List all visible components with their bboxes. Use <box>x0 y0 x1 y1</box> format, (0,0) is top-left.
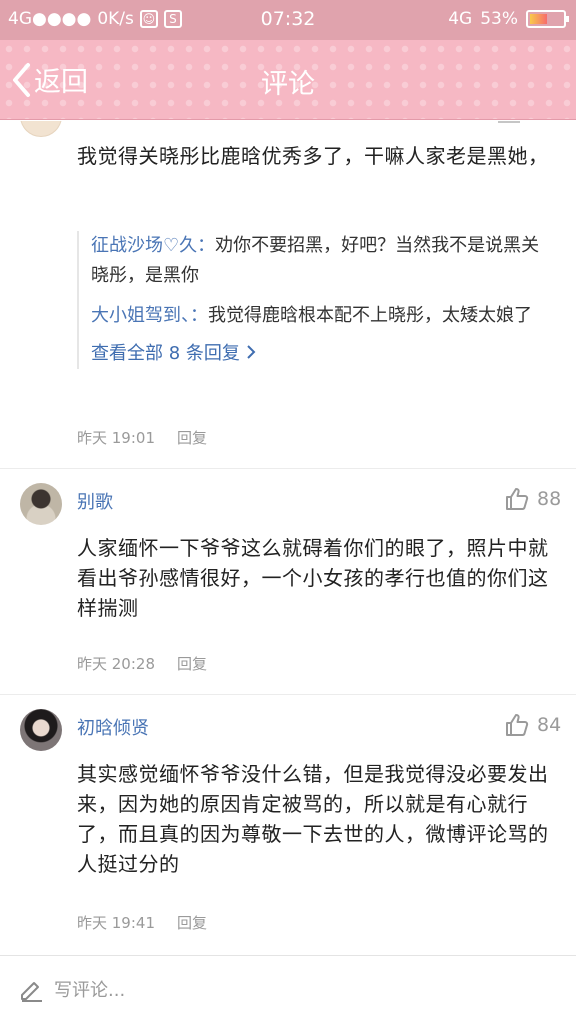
comment-meta: 昨天 20:28 回复 <box>77 653 207 674</box>
status-right: 4G 53% <box>448 9 569 29</box>
comment-text: 人家缅怀一下爷爷这么就碍着你们的眼了，照片中就看出爷孙感情很好，一个小女孩的孝行… <box>77 536 549 620</box>
reply-author[interactable]: 大小姐驾到、： <box>91 305 208 326</box>
battery-percent: 53% <box>480 9 518 29</box>
like-button[interactable]: 84 <box>505 713 561 737</box>
bottom-bar: 写评论... <box>0 955 576 1024</box>
like-count: 88 <box>537 488 562 510</box>
status-bar: 4G●●●● 0K/s ☺ S 07:32 4G 53% <box>0 0 576 40</box>
comment-text: 其实感觉缅怀爷爷没什么错，但是我觉得没必要发出来，因为她的原因肯定被骂的，所以就… <box>77 762 549 876</box>
avatar[interactable] <box>20 483 62 525</box>
reply-item[interactable]: 征战沙场♡久：劝你不要招黑，好吧？当然我不是说黑关晓彤，是黑你 <box>91 231 557 291</box>
thumbs-up-icon <box>506 714 529 736</box>
reply-button[interactable]: 回复 <box>177 914 207 932</box>
reply-author[interactable]: 征战沙场♡久： <box>91 235 215 256</box>
like-count: 84 <box>537 714 562 736</box>
net-type: 4G <box>448 9 473 29</box>
avatar[interactable] <box>20 709 62 751</box>
page-title: 评论 <box>261 69 315 100</box>
view-all-replies-link[interactable]: 查看全部 8 条回复 <box>91 339 256 369</box>
reply-button[interactable]: 回复 <box>177 429 207 447</box>
chevron-right-icon <box>246 345 256 359</box>
like-button[interactable]: 88 <box>505 487 561 511</box>
reply-thread: 征战沙场♡久：劝你不要招黑，好吧？当然我不是说黑关晓彤，是黑你 大小姐驾到、：我… <box>77 231 557 369</box>
comment-meta: 昨天 19:01 回复 <box>77 427 207 448</box>
thumbs-up-icon <box>506 488 529 510</box>
compose-placeholder: 写评论... <box>54 980 126 1001</box>
comment-text: 我觉得关晓彤比鹿晗优秀多了，干嘛人家老是黑她， <box>77 144 549 168</box>
like-icon[interactable] <box>498 121 520 123</box>
reply-item[interactable]: 大小姐驾到、：我觉得鹿晗根本配不上晓彤，太矮太娘了 <box>91 301 557 331</box>
view-all-label: 查看全部 8 条回复 <box>91 343 240 364</box>
comment-list[interactable]: 我觉得关晓彤比鹿晗优秀多了，干嘛人家老是黑她， 征战沙场♡久：劝你不要招黑，好吧… <box>0 121 576 955</box>
comment-author[interactable]: 别歌 <box>77 488 113 514</box>
comment-meta: 昨天 19:41 回复 <box>77 912 207 933</box>
reply-button[interactable]: 回复 <box>177 655 207 673</box>
header-bar: 返回 评论 <box>0 40 576 120</box>
divider <box>0 468 576 469</box>
comment-time: 昨天 19:01 <box>77 429 155 447</box>
comment-time: 昨天 20:28 <box>77 655 155 673</box>
comment-time: 昨天 19:41 <box>77 914 155 932</box>
reply-text: 我觉得鹿晗根本配不上晓彤，太矮太娘了 <box>208 305 532 326</box>
divider <box>0 694 576 695</box>
comment-author[interactable]: 初晗倾贤 <box>77 714 149 740</box>
write-comment-input[interactable]: 写评论... <box>18 976 125 1002</box>
avatar[interactable] <box>20 121 62 137</box>
pencil-icon <box>21 982 42 1002</box>
battery-icon <box>526 10 569 28</box>
